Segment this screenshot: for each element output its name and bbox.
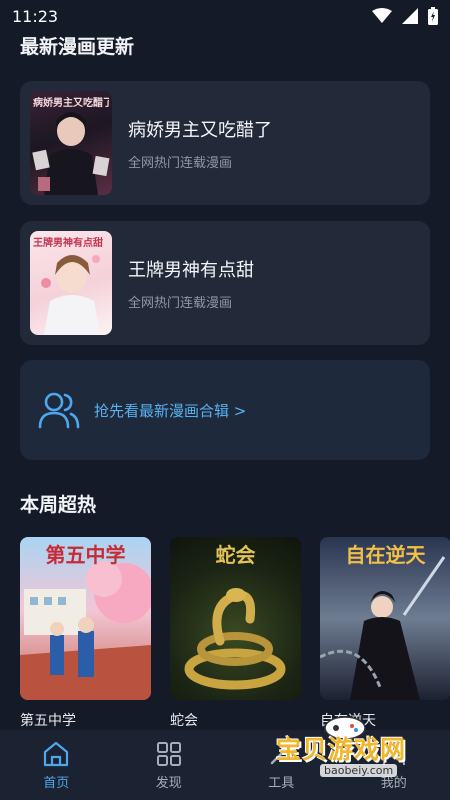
watermark-text: 宝贝游戏网 <box>276 735 407 764</box>
cover-figure-illustration <box>32 112 110 195</box>
comic-cover: 病娇男主又吃醋了 <box>30 91 112 195</box>
signal-icon <box>402 8 418 24</box>
cover-figure-illustration <box>41 255 100 335</box>
battery-icon <box>428 7 438 25</box>
nav-label: 首页 <box>43 775 70 791</box>
comic-title: 王牌男神有点甜 <box>128 259 254 281</box>
comic-subtitle: 全网热门连载漫画 <box>128 295 233 311</box>
comic-cover: 自在逆天 <box>320 537 450 700</box>
status-time: 11:23 <box>12 6 59 26</box>
comic-title: 病娇男主又吃醋了 <box>128 119 272 141</box>
grid-icon <box>156 741 181 766</box>
cover-title: 蛇会 <box>215 543 256 567</box>
status-bar: 11:23 <box>0 0 450 32</box>
status-icons <box>372 7 438 25</box>
comic-cover: 蛇会 <box>170 537 301 700</box>
hot-item[interactable]: 自在逆天 自在逆天 <box>320 537 450 730</box>
hot-list: 第五中学 第五中学 蛇会 蛇会 自在逆天 自在逆天 <box>20 537 450 730</box>
wifi-icon <box>372 8 392 23</box>
hot-item[interactable]: 蛇会 蛇会 <box>170 537 301 730</box>
nav-label: 发现 <box>155 775 182 791</box>
cover-title: 自在逆天 <box>345 543 426 567</box>
latest-section-title: 最新漫画更新 <box>20 36 135 58</box>
comic-cover: 第五中学 <box>20 537 151 700</box>
hot-section-title: 本周超热 <box>20 494 97 516</box>
comic-subtitle: 全网热门连载漫画 <box>128 155 233 171</box>
home-icon <box>44 741 69 766</box>
comic-cover: 王牌男神有点甜 <box>30 231 112 335</box>
promo-label: 抢先看最新漫画合辑 > <box>94 401 247 420</box>
comic-title: 第五中学 <box>20 713 76 729</box>
latest-item-card[interactable]: 病娇男主又吃醋了 病娇男主又吃醋了 全网热门连载漫画 <box>20 81 430 205</box>
promo-collection-link[interactable]: 抢先看最新漫画合辑 > <box>20 360 430 460</box>
site-watermark: 宝贝游戏网 baobeiy.com <box>268 712 450 800</box>
nav-item-home[interactable]: 首页 <box>16 740 96 791</box>
hot-item[interactable]: 第五中学 第五中学 <box>20 537 151 730</box>
nav-item-discover[interactable]: 发现 <box>129 740 209 791</box>
watermark-url: baobeiy.com <box>320 764 398 777</box>
cover-title: 第五中学 <box>45 543 126 567</box>
users-icon <box>38 392 80 429</box>
latest-item-card[interactable]: 王牌男神有点甜 王牌男神有点甜 全网热门连载漫画 <box>20 221 430 345</box>
